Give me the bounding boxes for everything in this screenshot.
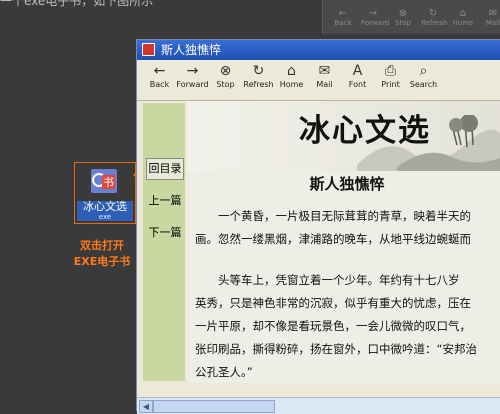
bg-refresh-button: ↻ Refresh — [421, 8, 448, 27]
background-window: ← Back → Forward ⊗ Stop ↻ Refresh ⌂ Home ✉ Mai… — [322, 0, 500, 34]
toolbar: ← Back → Forward ⊗ Stop ↻ Refresh ⌂ Home ✉ Mai… — [137, 60, 500, 101]
app-icon — [142, 43, 155, 56]
desktop-icon-sublabel: exe — [98, 213, 112, 221]
home-button[interactable]: ⌂ Home — [275, 60, 308, 100]
bg-stop-button: ⊗ Stop — [395, 8, 411, 27]
font-icon: A — [352, 63, 363, 79]
nav-next-button[interactable]: 下一篇 — [146, 222, 184, 244]
bg-forward-button: → Forward — [361, 8, 390, 27]
scroll-left-icon[interactable]: ◀ — [139, 400, 153, 413]
forward-arrow-icon: → — [186, 63, 199, 79]
mail-button[interactable]: ✉ Mail — [308, 60, 341, 100]
mail-icon: ✉ — [318, 63, 331, 79]
content-area: 回目录 上一篇 下一篇 冰心文选 斯人独憔悴 一个黄昏，一片极目无际茸茸的青草，… — [137, 101, 500, 414]
caption-text: 一个exe电子书，如下图所示 — [0, 0, 154, 8]
desktop-icon-label: 冰心文选 exe — [77, 201, 133, 221]
stop-icon: ⊗ — [219, 63, 232, 79]
search-icon: ⌕ — [419, 63, 428, 79]
forward-button[interactable]: → Forward — [176, 60, 209, 100]
search-button[interactable]: ⌕ Search — [407, 60, 440, 100]
nav-previous-button[interactable]: 上一篇 — [146, 190, 184, 212]
nav-contents-button[interactable]: 回目录 — [146, 158, 184, 180]
stop-button[interactable]: ⊗ Stop — [209, 60, 242, 100]
banner-title: 冰心文选 — [299, 113, 431, 149]
scrollbar-thumb[interactable] — [153, 400, 275, 413]
ebook-window: 斯人独憔悴 ← Back → Forward ⊗ Stop ↻ Refresh ⌂ Hom… — [136, 39, 500, 414]
ebook-desktop-icon[interactable]: 书 冰心文选 exe — [74, 162, 136, 224]
book-icon: 书 — [91, 169, 117, 193]
annotation-note: 双击打开 EXE电子书 — [73, 239, 131, 268]
refresh-icon: ↻ — [252, 63, 265, 79]
bg-home-button: ⌂ Home — [452, 8, 474, 27]
paragraph: 一个黄昏，一片极目无际茸茸的青草，映着半天的 画。忽然一缕黑烟，津浦路的晚车，从… — [195, 209, 471, 246]
printer-icon: ⎙ — [384, 63, 397, 79]
refresh-button[interactable]: ↻ Refresh — [242, 60, 275, 100]
bg-back-button: ← Back — [334, 8, 352, 27]
window-titlebar[interactable]: 斯人独憔悴 — [137, 40, 500, 60]
banner: 冰心文选 — [187, 101, 500, 171]
back-arrow-icon: ← — [153, 63, 166, 79]
bg-mail-button: ✉ Mail — [485, 8, 500, 27]
font-button[interactable]: A Font — [341, 60, 374, 100]
window-title: 斯人独憔悴 — [161, 43, 222, 57]
svg-text:书: 书 — [103, 176, 114, 189]
article-page: 冰心文选 斯人独憔悴 一个黄昏，一片极目无际茸茸的青草，映着半天的 画。忽然一缕… — [187, 101, 500, 383]
print-button[interactable]: ⎙ Print — [374, 60, 407, 100]
paragraph: 头等车上，凭窗立着一个少年。年约有十七八岁 英秀，只是神色非常的沉寂，似乎有重大… — [195, 273, 477, 379]
back-button[interactable]: ← Back — [143, 60, 176, 100]
article-title: 斯人独憔悴 — [309, 175, 385, 193]
nav-sidebar: 回目录 上一篇 下一篇 — [143, 103, 185, 381]
home-icon: ⌂ — [287, 63, 296, 79]
